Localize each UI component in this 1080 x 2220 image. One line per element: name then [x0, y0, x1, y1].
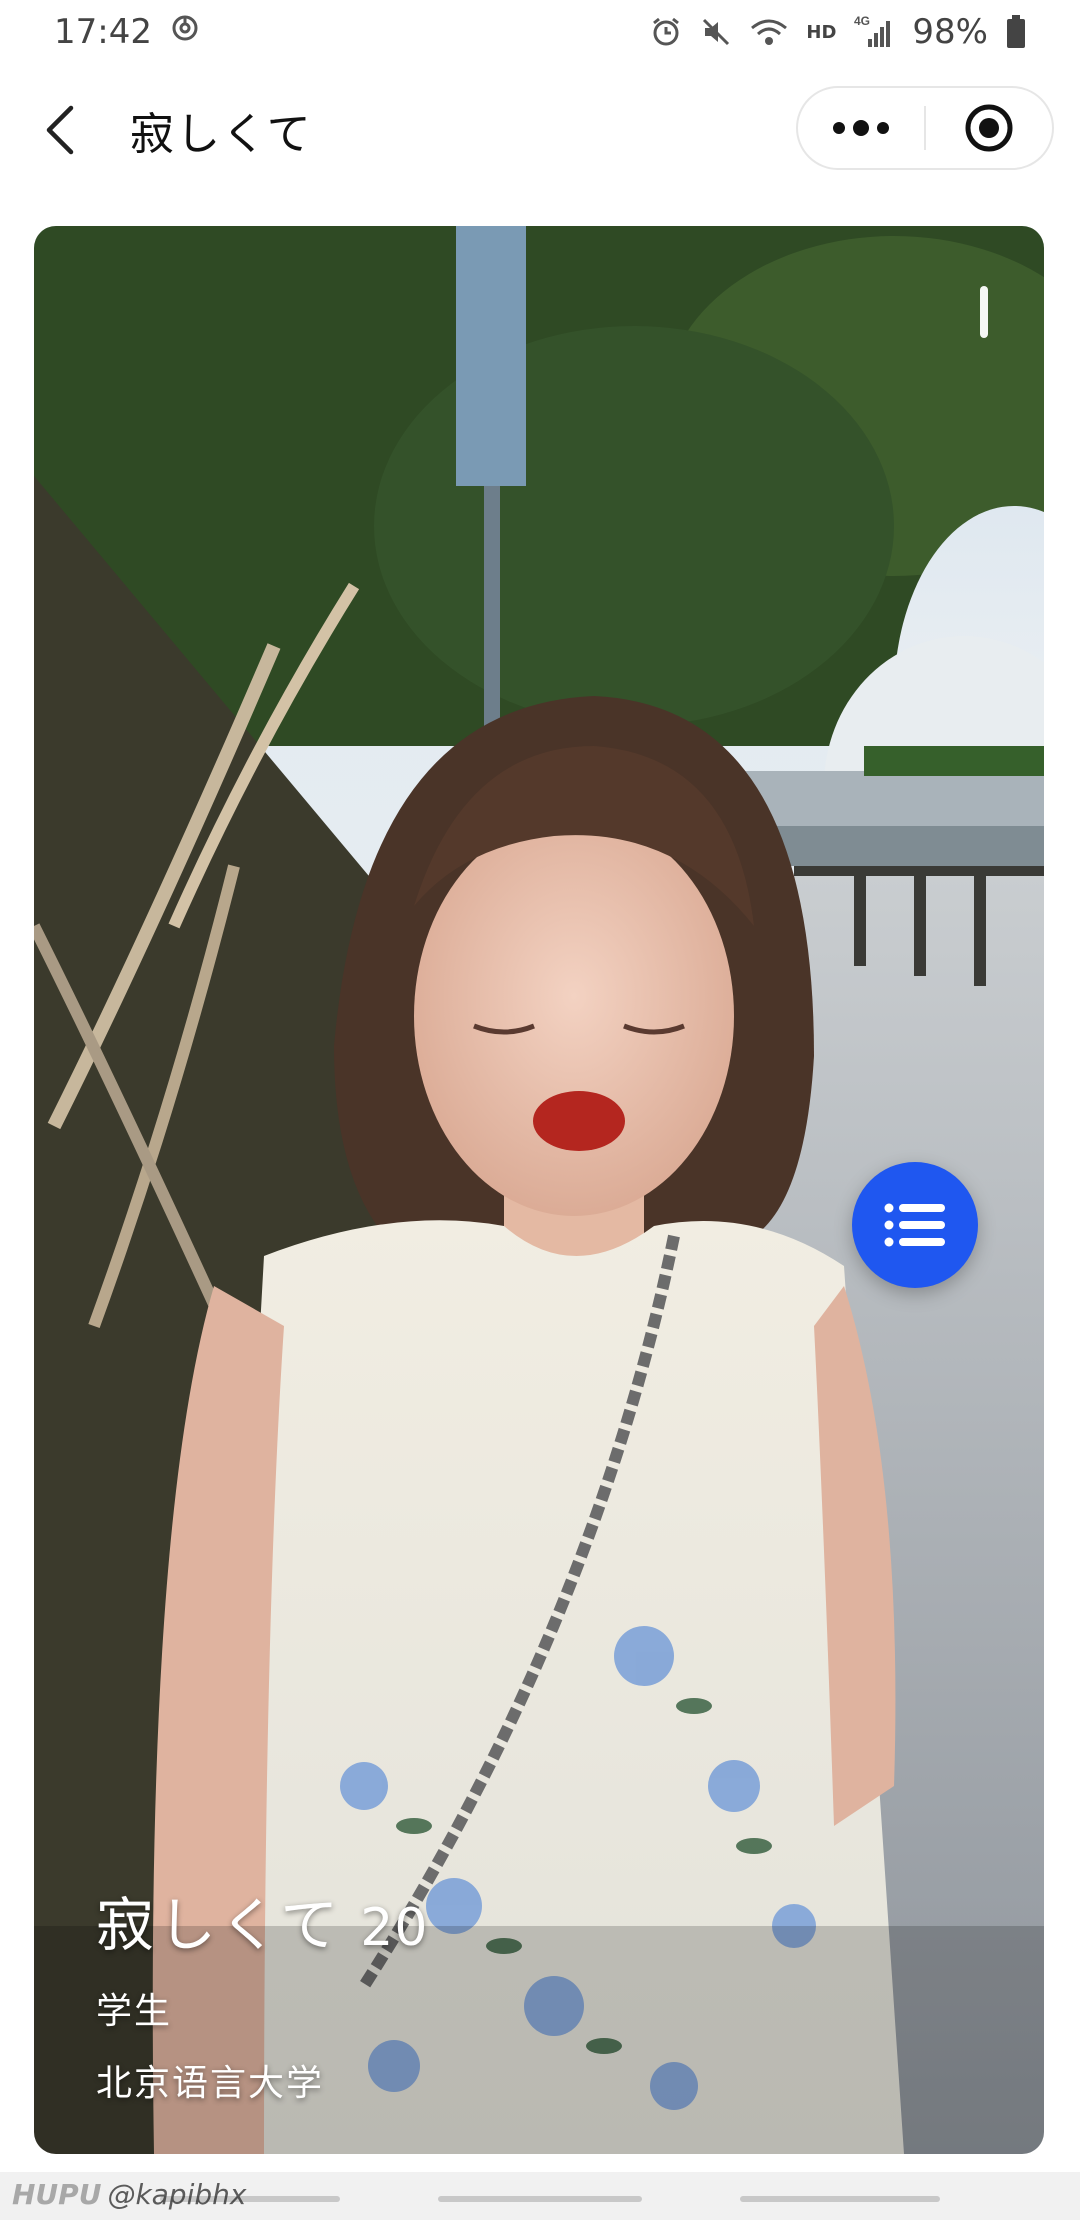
status-time: 17:42 — [54, 12, 152, 52]
mini-program-capsule — [796, 86, 1054, 170]
nav-bar: 寂しくて — [0, 64, 1080, 196]
target-close-icon — [965, 104, 1013, 152]
alarm-icon — [650, 16, 682, 48]
list-menu-icon — [884, 1203, 945, 1247]
status-bar: 17:42 HD 4G 98% — [0, 0, 1080, 64]
gesture-handle-center[interactable] — [438, 2196, 642, 2202]
profile-info: 寂しくて 20 学生 北京语言大学 — [96, 1878, 428, 2106]
status-left: 17:42 — [54, 12, 200, 52]
svg-text:4G: 4G — [854, 15, 870, 28]
profile-occupation: 学生 — [96, 1991, 173, 2032]
profile-age: 20 — [360, 1898, 429, 1958]
menu-button[interactable] — [852, 1162, 978, 1288]
watermark-brand: HUPU — [12, 2178, 102, 2211]
watermark-handle: @kapibhx — [107, 2178, 247, 2211]
battery-icon — [1006, 15, 1026, 49]
back-button[interactable] — [30, 90, 90, 170]
close-button[interactable] — [926, 88, 1052, 168]
profile-name-line: 寂しくて 20 — [96, 1878, 428, 1962]
network-label: HD — [806, 21, 837, 43]
page-title: 寂しくて — [130, 109, 313, 160]
mute-icon — [700, 16, 732, 48]
status-right: HD 4G 98% — [650, 12, 1026, 52]
watermark: HUPU @kapibhx — [12, 2178, 246, 2211]
chevron-left-icon — [46, 105, 74, 155]
sync-icon — [170, 12, 200, 52]
wifi-icon — [750, 16, 788, 48]
more-button[interactable] — [798, 88, 924, 168]
signal-icon: 4G — [854, 15, 894, 49]
battery-percent: 98% — [912, 12, 988, 52]
gesture-handle-right[interactable] — [740, 2196, 940, 2202]
profile-name: 寂しくて — [96, 1891, 343, 1959]
scroll-indicator — [980, 286, 988, 338]
more-dots-icon — [833, 120, 889, 136]
profile-school: 北京语言大学 — [96, 2063, 325, 2104]
